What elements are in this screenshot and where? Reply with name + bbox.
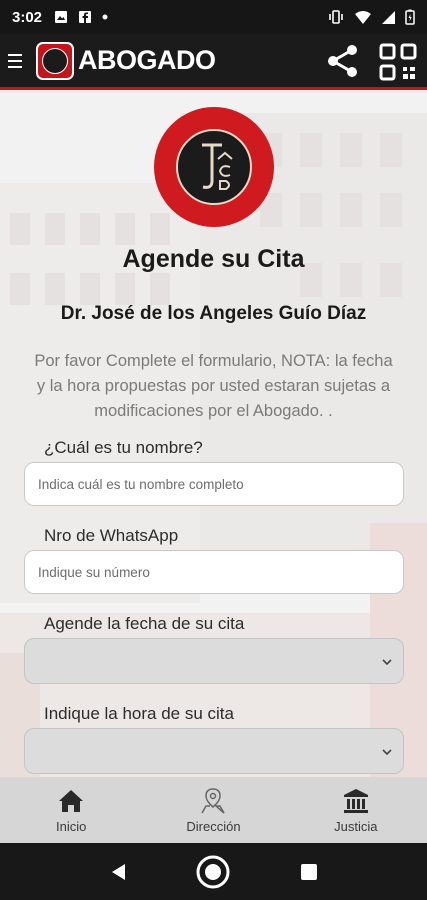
back-icon [111,863,125,880]
bottom-nav: Inicio Dirección Justicia [0,777,427,843]
nav-label-justicia: Justicia [334,819,378,834]
system-status-icons [327,9,415,25]
chevron-down-icon [382,749,392,756]
date-select[interactable] [24,638,404,684]
nav-label-inicio: Inicio [55,819,87,834]
law-firm-emblem [154,107,274,227]
map-pin-icon [201,788,226,814]
qr-code-icon[interactable] [378,42,418,82]
courthouse-icon [343,789,368,813]
facebook-notification-icon [79,11,92,23]
time-label: Indique la hora de su cita [44,704,234,723]
recents-icon [301,863,318,880]
battery-icon [405,9,415,25]
form-notice: Por favor Complete el formulario, NOTA: … [34,352,393,420]
nav-item-inicio[interactable]: Inicio [0,777,142,843]
home-icon [59,790,84,812]
vibrate-icon [329,10,343,24]
date-label: Agende la fecha de su cita [44,614,245,633]
recents-button[interactable] [289,852,329,892]
dot-notification-icon [102,14,108,20]
notification-icons [54,10,108,24]
brand-logo [36,41,74,80]
whatsapp-input[interactable] [24,550,404,594]
chevron-down-icon [382,659,392,666]
nav-label-direccion: Dirección [186,819,241,834]
nav-item-direccion[interactable]: Dirección [142,777,284,843]
page-title: Agende su Cita [122,245,305,273]
status-bar: 3:02 [0,0,427,34]
menu-icon[interactable] [8,41,30,81]
status-time: 3:02 [12,8,43,26]
time-select[interactable] [24,728,404,774]
appointment-form-screen: Agende su Cita Dr. José de los Angeles G… [0,93,427,777]
system-nav-bar [0,843,427,900]
signal-icon [382,10,395,24]
app-title: ABOGADO [78,45,216,75]
lawyer-name: Dr. José de los Angeles Guío Díaz [60,303,367,324]
nav-item-justicia[interactable]: Justicia [285,777,427,843]
name-input[interactable] [24,462,404,506]
name-label: ¿Cuál es tu nombre? [44,438,203,457]
image-notification-icon [55,11,68,23]
app-bar: ABOGADO [0,34,427,90]
share-icon[interactable] [324,42,362,80]
home-circle-icon [196,855,230,888]
monogram-icon [202,143,233,190]
whatsapp-label: Nro de WhatsApp [44,526,179,545]
home-button[interactable] [193,852,233,892]
back-button[interactable] [98,852,138,892]
wifi-icon [355,10,371,24]
